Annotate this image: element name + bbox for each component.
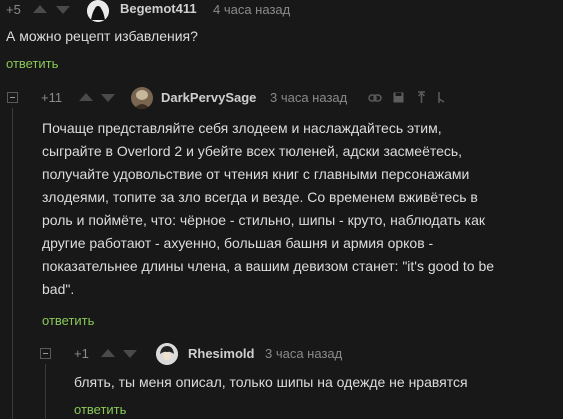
upvote-arrow-icon[interactable]: [101, 349, 115, 357]
comment-text: Почаще представляйте себя злодеем и насл…: [42, 117, 557, 301]
comment-text-line: показательнее длины члена, а вашим девиз…: [42, 258, 495, 274]
upvote-arrow-icon[interactable]: [79, 93, 93, 101]
pin-icon[interactable]: [417, 91, 426, 104]
comment-rating: +5: [6, 2, 21, 17]
comment-text: блять, ты меня описал, только шипы на од…: [74, 374, 468, 390]
downvote-arrow-icon[interactable]: [56, 6, 70, 14]
comment-username[interactable]: Rhesimold: [188, 346, 254, 361]
avatar[interactable]: [131, 87, 153, 109]
downvote-arrow-icon[interactable]: [123, 350, 137, 358]
comment-rating: +1: [74, 346, 89, 361]
thread-line[interactable]: [45, 364, 46, 419]
reply-button[interactable]: ответить: [6, 56, 58, 71]
thread-line[interactable]: [12, 108, 13, 419]
comment-text-line: bad".: [42, 281, 75, 297]
comment-text: А можно рецепт избавления?: [6, 28, 198, 44]
more-icon[interactable]: [437, 91, 446, 104]
comment-text-line: Почаще представляйте себя злодеем и насл…: [42, 120, 442, 136]
avatar-image-icon: [131, 87, 153, 109]
reply-button[interactable]: ответить: [74, 402, 126, 417]
comment-text-line: злодеями, топите за зло всегда и везде. …: [42, 189, 478, 205]
upvote-arrow-icon[interactable]: [33, 5, 47, 13]
collapse-thread-button[interactable]: [40, 348, 51, 359]
avatar-image-icon: [156, 343, 178, 365]
collapse-thread-button[interactable]: [7, 92, 18, 103]
save-icon[interactable]: [393, 92, 404, 103]
reply-button[interactable]: ответить: [42, 313, 94, 328]
comment-rating: +11: [41, 90, 63, 105]
avatar-image-icon: [87, 0, 109, 22]
comment-timestamp[interactable]: 3 часа назад: [265, 346, 342, 361]
comment-username[interactable]: DarkPervySage: [161, 90, 256, 105]
downvote-arrow-icon[interactable]: [101, 94, 115, 102]
link-icon[interactable]: [368, 93, 382, 103]
comment-username[interactable]: Begemot411: [120, 1, 197, 16]
comment-text-line: другие работают - ахуенно, большая башня…: [42, 235, 434, 251]
comment-timestamp[interactable]: 4 часа назад: [213, 2, 290, 17]
comment-text-line: роль и поймёте, что: чёрное - стильно, ш…: [42, 212, 486, 228]
comment-text-line: сыграйте в Overlord 2 и убейте всех тюле…: [42, 143, 463, 159]
avatar[interactable]: [156, 343, 178, 365]
avatar[interactable]: [87, 0, 109, 22]
comment-timestamp[interactable]: 3 часа назад: [270, 90, 347, 105]
comment-text-line: получайте удовольствие от чтения книг с …: [42, 166, 470, 182]
